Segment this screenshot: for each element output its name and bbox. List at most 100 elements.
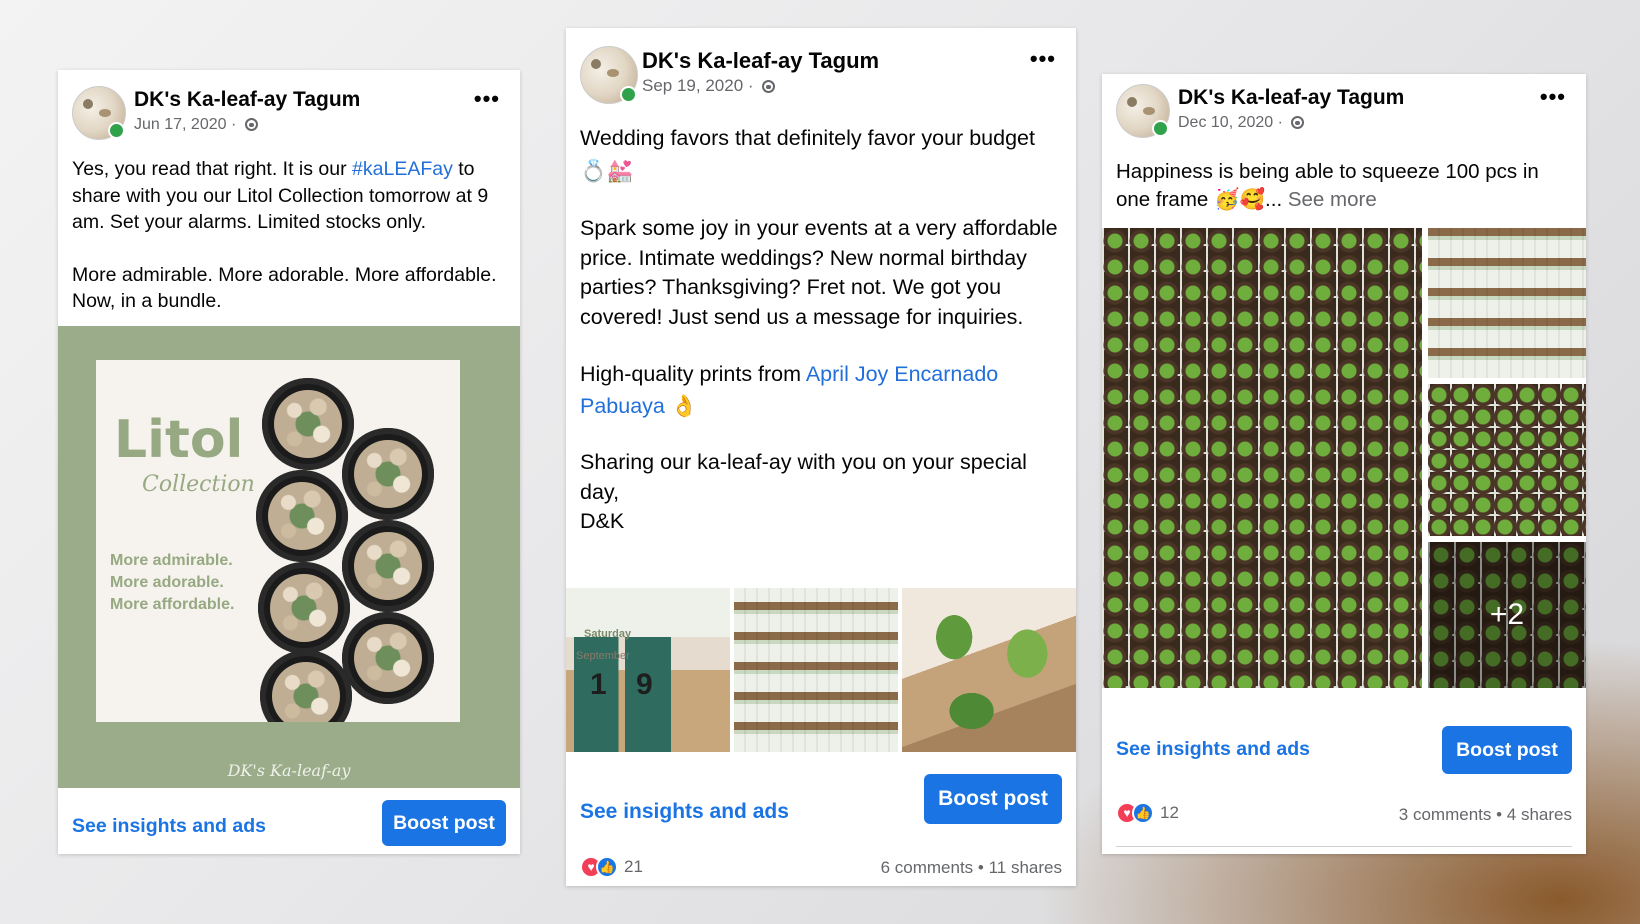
globe-icon (762, 80, 776, 93)
stat-separator: • (973, 858, 989, 877)
post-paragraph: High-quality prints from April Joy Encar… (580, 358, 1062, 422)
post-image[interactable]: Litol Collection More admirable. More ad… (58, 326, 520, 788)
reactions-summary[interactable]: ♥ 👍 12 (1116, 802, 1179, 824)
image-panel: Litol Collection More admirable. More ad… (96, 360, 460, 722)
stat-separator: • (1491, 805, 1507, 824)
like-reaction-icon: 👍 (596, 856, 618, 878)
text-span: Yes, you read that right. It is our (72, 158, 353, 180)
post-header: DK's Ka-leaf-ay Tagum Sep 19, 2020 · ••• (580, 46, 1062, 104)
photo-day-label: Saturday (584, 628, 632, 640)
avatar-detail (99, 109, 111, 117)
reaction-count: 12 (1160, 803, 1179, 822)
post-card-3: DK's Ka-leaf-ay Tagum Dec 10, 2020 · •••… (1102, 74, 1586, 854)
signature: D&K (580, 509, 625, 533)
meta-separator: · (1273, 114, 1288, 131)
avatar-detail (607, 69, 619, 77)
post-photo-more[interactable]: +2 (1428, 542, 1586, 688)
post-text: Yes, you read that right. It is our #kaL… (72, 156, 506, 341)
meta-separator: · (226, 116, 241, 133)
avatar-detail (1127, 97, 1137, 107)
see-insights-link[interactable]: See insights and ads (580, 800, 789, 824)
online-status-icon (1152, 120, 1169, 137)
globe-icon (1291, 116, 1305, 129)
photo-month-label: September (576, 650, 630, 662)
post-meta: Jun 17, 2020 · (134, 116, 258, 134)
post-text: Wedding favors that definitely favor you… (580, 122, 1062, 537)
photo-digit: 9 (636, 668, 653, 701)
meta-separator: · (743, 76, 759, 95)
succulent-pot (260, 650, 352, 722)
post-date[interactable]: Sep 19, 2020 (642, 76, 743, 95)
post-header: DK's Ka-leaf-ay Tagum Dec 10, 2020 · ••• (1116, 84, 1572, 140)
engagement-stats: 6 comments • 11 shares (881, 858, 1062, 878)
succulent-pot (342, 612, 434, 704)
succulent-pot (342, 428, 434, 520)
succulent-pot (258, 562, 350, 654)
globe-icon (244, 118, 258, 131)
boost-post-button[interactable]: Boost post (382, 800, 506, 846)
avatar-detail (83, 99, 93, 109)
post-photo[interactable] (902, 588, 1076, 752)
succulent-pot (262, 378, 354, 470)
post-paragraph: Happiness is being able to squeeze 100 p… (1116, 158, 1572, 214)
divider (1116, 846, 1572, 847)
page-avatar[interactable] (72, 86, 126, 140)
post-header: DK's Ka-leaf-ay Tagum Jun 17, 2020 · ••• (72, 86, 506, 142)
avatar-detail (1143, 107, 1155, 115)
page-name[interactable]: DK's Ka-leaf-ay Tagum (1178, 86, 1404, 110)
reaction-count: 21 (624, 857, 643, 876)
post-card-1: DK's Ka-leaf-ay Tagum Jun 17, 2020 · •••… (58, 70, 520, 854)
text-span: Sharing our ka-leaf-ay with you on your … (580, 450, 1027, 504)
reactions-summary[interactable]: ♥ 👍 21 (580, 856, 643, 878)
post-meta: Dec 10, 2020 · (1178, 114, 1305, 132)
post-photo[interactable]: Saturday September 1 9 (566, 588, 730, 752)
page-avatar[interactable] (1116, 84, 1170, 138)
text-span: 👌 (664, 394, 698, 418)
image-brand: DK's Ka-leaf-ay (227, 761, 351, 780)
see-more-link[interactable]: See more (1288, 188, 1377, 211)
tagline: More adorable. (110, 574, 224, 591)
see-insights-link[interactable]: See insights and ads (72, 815, 266, 838)
tagline: More admirable. (110, 552, 233, 569)
online-status-icon (620, 86, 637, 103)
shares-count[interactable]: 11 shares (989, 858, 1062, 877)
post-photo[interactable] (1428, 228, 1586, 378)
post-text: Happiness is being able to squeeze 100 p… (1116, 158, 1572, 214)
post-meta: Sep 19, 2020 · (642, 76, 776, 96)
post-date[interactable]: Jun 17, 2020 (134, 116, 227, 133)
comments-count[interactable]: 6 comments (881, 858, 974, 877)
avatar-detail (591, 59, 601, 69)
more-horiz-icon[interactable]: ••• (1540, 84, 1566, 110)
comments-count[interactable]: 3 comments (1399, 805, 1492, 824)
post-paragraph: Sharing our ka-leaf-ay with you on your … (580, 448, 1062, 537)
see-insights-link[interactable]: See insights and ads (1116, 738, 1310, 761)
engagement-stats: 3 comments • 4 shares (1399, 805, 1572, 825)
post-paragraph: More admirable. More adorable. More affo… (72, 263, 497, 313)
online-status-icon (108, 122, 125, 139)
page-name[interactable]: DK's Ka-leaf-ay Tagum (642, 48, 879, 74)
page-avatar[interactable] (580, 46, 638, 104)
more-horiz-icon[interactable]: ••• (1030, 46, 1056, 72)
hashtag-link[interactable]: #kaLEAFay (352, 158, 453, 180)
post-photo[interactable] (734, 588, 898, 752)
tagline: More affordable. (110, 596, 235, 613)
succulent-pot (256, 470, 348, 562)
succulent-pot (342, 520, 434, 612)
post-photo[interactable] (1428, 384, 1586, 536)
post-photo-main[interactable] (1102, 228, 1422, 688)
boost-post-button[interactable]: Boost post (1442, 726, 1572, 774)
more-photos-overlay: +2 (1428, 542, 1586, 688)
more-horiz-icon[interactable]: ••• (474, 86, 500, 112)
text-span: High-quality prints from (580, 362, 806, 386)
image-title: Litol (114, 410, 244, 470)
photo-digit: 1 (590, 668, 607, 701)
post-paragraph: Spark some joy in your events at a very … (580, 216, 1058, 329)
shares-count[interactable]: 4 shares (1507, 805, 1572, 824)
page-name[interactable]: DK's Ka-leaf-ay Tagum (134, 88, 360, 112)
ellipsis: ... (1265, 188, 1288, 211)
post-paragraph: Yes, you read that right. It is our #kaL… (72, 156, 506, 236)
image-taglines: More admirable. More adorable. More affo… (110, 550, 234, 616)
boost-post-button[interactable]: Boost post (924, 774, 1062, 824)
post-date[interactable]: Dec 10, 2020 (1178, 114, 1273, 131)
post-paragraph: Wedding favors that definitely favor you… (580, 126, 1035, 183)
